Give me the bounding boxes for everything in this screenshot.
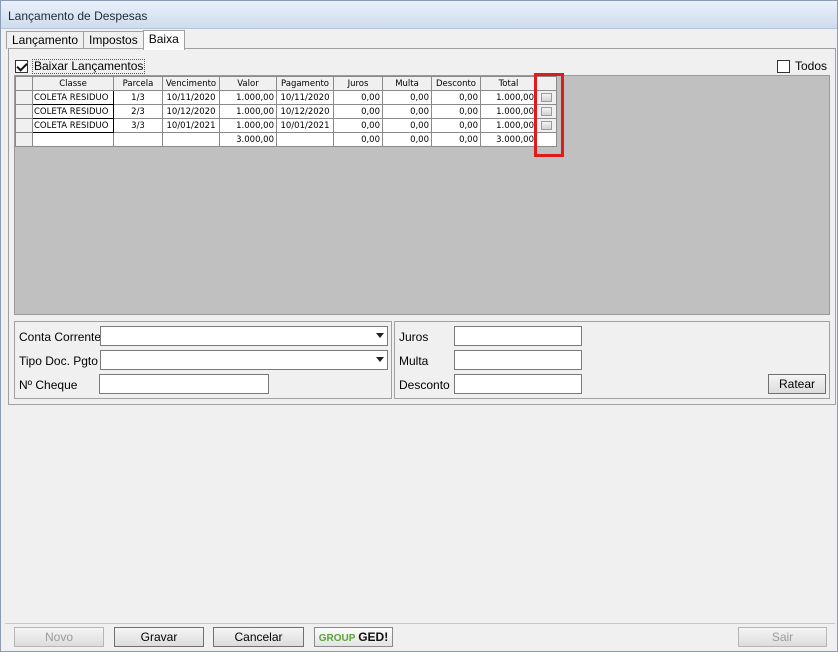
tipo-doc-arrow[interactable] <box>371 351 387 369</box>
row-indicator[interactable] <box>15 118 33 133</box>
cell-parcela[interactable]: 2/3 <box>113 104 163 119</box>
total-multa: 0,00 <box>382 132 432 147</box>
cell-desconto[interactable]: 0,00 <box>431 118 481 133</box>
total-pagamento <box>276 132 334 147</box>
tipo-doc-label: Tipo Doc. Pgto <box>19 354 98 368</box>
totals-row: 3.000,00 0,00 0,00 0,00 3.000,00 <box>15 132 557 147</box>
sair-button[interactable]: Sair <box>738 627 827 647</box>
cell-desconto[interactable]: 0,00 <box>431 104 481 119</box>
total-desconto: 0,00 <box>431 132 481 147</box>
tab-impostos[interactable]: Impostos <box>83 31 144 49</box>
installments-grid[interactable]: Classe Parcela Vencimento Valor Pagament… <box>14 75 830 315</box>
conta-corrente-select[interactable] <box>100 326 388 346</box>
row-indicator[interactable] <box>15 132 33 147</box>
todos-checkbox[interactable]: Todos <box>777 59 827 73</box>
desconto-label: Desconto <box>399 378 450 392</box>
cell-juros[interactable]: 0,00 <box>333 90 383 105</box>
cell-total[interactable]: 1.000,00 <box>480 104 537 119</box>
col-header-vencimento[interactable]: Vencimento <box>162 76 220 91</box>
gravar-button[interactable]: Gravar <box>114 627 204 647</box>
col-header-classe[interactable]: Classe <box>32 76 114 91</box>
total-vencimento <box>162 132 220 147</box>
chevron-down-icon[interactable] <box>372 327 387 343</box>
cell-valor[interactable]: 1.000,00 <box>219 90 277 105</box>
cell-classe[interactable]: COLETA RESIDUO <box>32 104 114 119</box>
baixar-check-icon[interactable] <box>15 60 28 73</box>
col-header-multa[interactable]: Multa <box>382 76 432 91</box>
expense-window: Lançamento de Despesas Lançamento Impost… <box>0 0 838 652</box>
cell-total[interactable]: 1.000,00 <box>480 90 537 105</box>
tab-lancamento[interactable]: Lançamento <box>6 31 85 49</box>
cell-vencimento[interactable]: 10/12/2020 <box>162 104 220 119</box>
table-row[interactable]: COLETA RESIDUO 3/3 10/01/2021 1.000,00 1… <box>15 118 557 133</box>
cell-valor[interactable]: 1.000,00 <box>219 118 277 133</box>
conta-corrente-label: Conta Corrente <box>19 330 102 344</box>
action-column-highlight <box>534 73 564 157</box>
col-header-total[interactable]: Total <box>480 76 537 91</box>
cell-valor[interactable]: 1.000,00 <box>219 104 277 119</box>
title-bar: Lançamento de Despesas <box>1 1 837 29</box>
cell-parcela[interactable]: 3/3 <box>113 118 163 133</box>
cancelar-button[interactable]: Cancelar <box>213 627 304 647</box>
tipo-doc-select[interactable] <box>100 350 388 370</box>
juros-label: Juros <box>399 330 429 344</box>
col-header-valor[interactable]: Valor <box>219 76 277 91</box>
juros-input[interactable] <box>454 326 582 346</box>
cheque-label: Nº Cheque <box>19 378 78 392</box>
ged-name-text: GED! <box>358 630 389 644</box>
multa-input[interactable] <box>454 350 582 370</box>
novo-button[interactable]: Novo <box>14 627 104 647</box>
baixar-lancamentos-label: Baixar Lançamentos <box>32 59 146 74</box>
cell-multa[interactable]: 0,00 <box>382 118 432 133</box>
col-header-juros[interactable]: Juros <box>333 76 383 91</box>
cell-pagamento[interactable]: 10/11/2020 <box>276 90 334 105</box>
row-indicator-header <box>15 76 33 91</box>
col-header-desconto[interactable]: Desconto <box>431 76 481 91</box>
cell-multa[interactable]: 0,00 <box>382 104 432 119</box>
cell-classe[interactable]: COLETA RESIDUO <box>32 118 114 133</box>
total-classe <box>32 132 114 147</box>
chevron-down-icon[interactable] <box>372 351 387 367</box>
cell-pagamento[interactable]: 10/12/2020 <box>276 104 334 119</box>
cell-pagamento[interactable]: 10/01/2021 <box>276 118 334 133</box>
row-indicator[interactable] <box>15 90 33 105</box>
cell-juros[interactable]: 0,00 <box>333 118 383 133</box>
cell-vencimento[interactable]: 10/01/2021 <box>162 118 220 133</box>
cell-multa[interactable]: 0,00 <box>382 90 432 105</box>
total-juros: 0,00 <box>333 132 383 147</box>
conta-corrente-arrow-box[interactable] <box>371 327 387 345</box>
row-indicator[interactable] <box>15 104 33 119</box>
table-row[interactable]: COLETA RESIDUO 2/3 10/12/2020 1.000,00 1… <box>15 104 557 119</box>
cell-juros[interactable]: 0,00 <box>333 104 383 119</box>
tab-strip: Lançamento Impostos Baixa <box>6 30 185 50</box>
ratear-button[interactable]: Ratear <box>768 374 826 394</box>
total-parcela <box>113 132 163 147</box>
col-header-pagamento[interactable]: Pagamento <box>276 76 334 91</box>
desconto-input[interactable] <box>454 374 582 394</box>
installments-table: Classe Parcela Vencimento Valor Pagament… <box>15 76 557 147</box>
todos-check-icon[interactable] <box>777 59 790 73</box>
cell-desconto[interactable]: 0,00 <box>431 90 481 105</box>
tipo-doc-arrow-box[interactable] <box>371 351 387 369</box>
ged-group-text: GROUP <box>318 633 356 644</box>
total-valor: 3.000,00 <box>219 132 277 147</box>
baixar-lancamentos-checkbox[interactable]: Baixar Lançamentos <box>15 59 146 74</box>
grid-header-row: Classe Parcela Vencimento Valor Pagament… <box>15 76 557 91</box>
cheque-input[interactable] <box>99 374 269 394</box>
cell-total[interactable]: 1.000,00 <box>480 118 537 133</box>
total-total: 3.000,00 <box>480 132 537 147</box>
group-ged-button[interactable]: GROUP GED! <box>314 627 393 647</box>
multa-label: Multa <box>399 354 429 368</box>
cell-vencimento[interactable]: 10/11/2020 <box>162 90 220 105</box>
window-title: Lançamento de Despesas <box>8 9 148 23</box>
table-row[interactable]: COLETA RESIDUO 1/3 10/11/2020 1.000,00 1… <box>15 90 557 105</box>
col-header-parcela[interactable]: Parcela <box>113 76 163 91</box>
tab-baixa[interactable]: Baixa <box>142 30 185 50</box>
todos-label: Todos <box>795 59 828 73</box>
conta-corrente-arrow[interactable] <box>371 327 387 345</box>
cell-parcela[interactable]: 1/3 <box>113 90 163 105</box>
cell-classe[interactable]: COLETA RESIDUO <box>32 90 114 105</box>
